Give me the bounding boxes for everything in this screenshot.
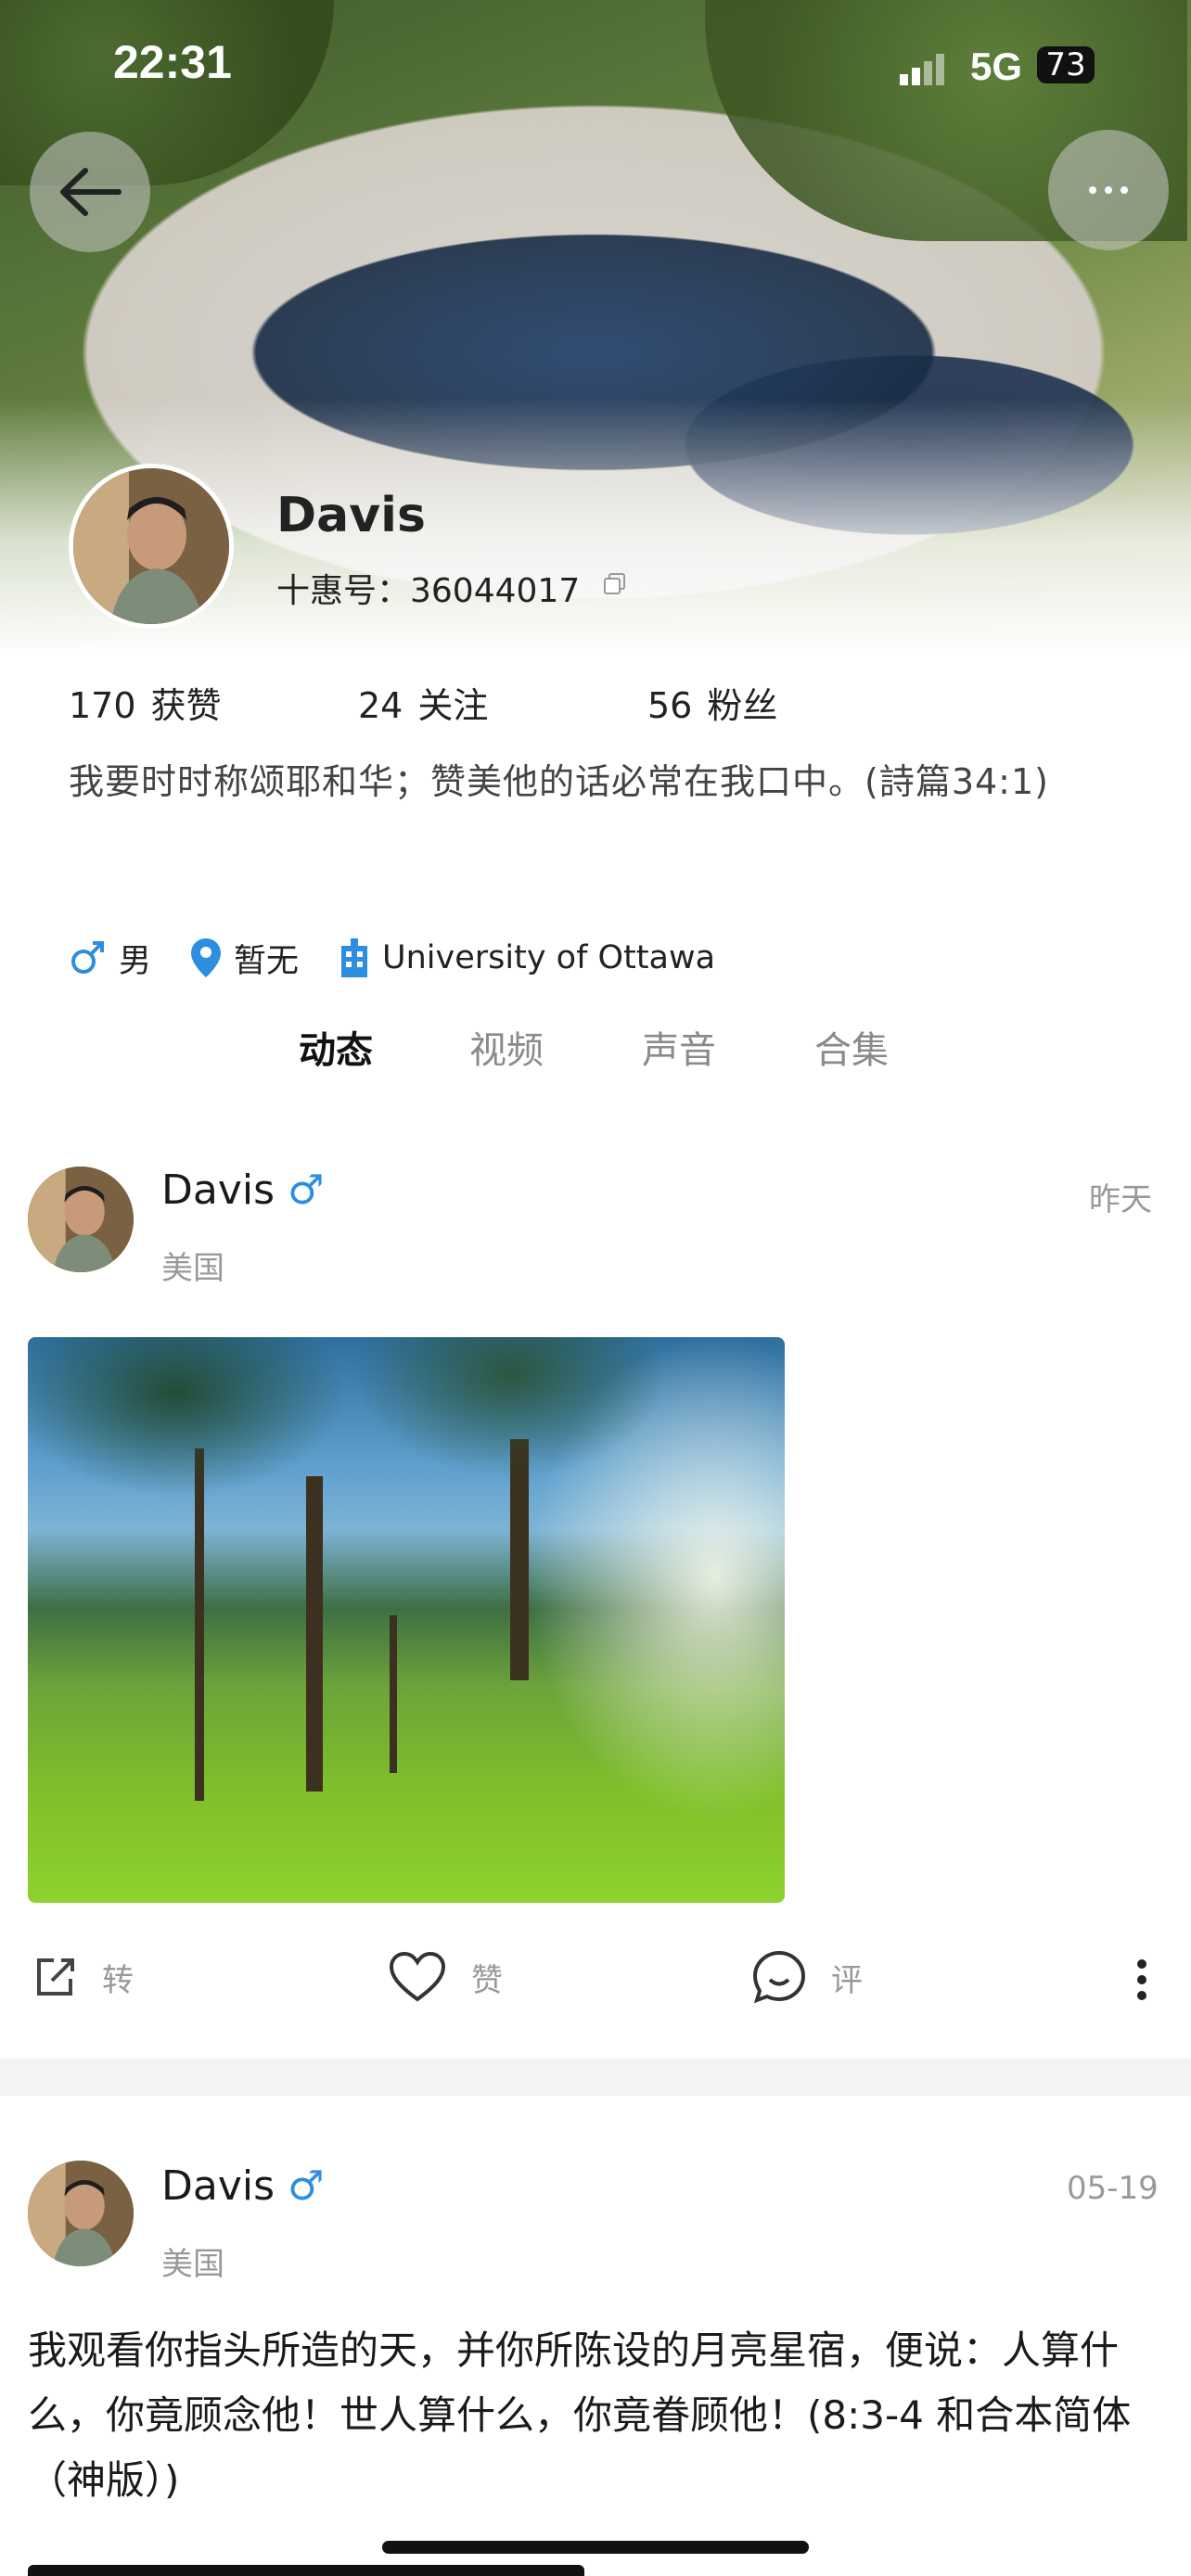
followers-label: 粉丝 <box>707 685 778 726</box>
status-time: 22:31 <box>113 36 232 88</box>
signal-icon <box>900 54 944 85</box>
avatar-image <box>28 2161 134 2266</box>
school-building-icon <box>341 938 367 977</box>
like-button[interactable]: 赞 <box>388 1947 503 2007</box>
profile-avatar[interactable] <box>69 464 234 629</box>
post-author-name[interactable]: Davis ♂ <box>161 2162 324 2210</box>
tree-trunk <box>390 1615 397 1773</box>
more-dots-icon <box>1089 186 1128 194</box>
following-count: 24 <box>358 685 403 726</box>
likes-count: 170 <box>69 685 136 726</box>
stat-likes[interactable]: 170 获赞 <box>69 677 222 728</box>
share-icon <box>37 1958 74 1996</box>
comment-button[interactable]: 评 <box>751 1947 863 2007</box>
comment-label: 评 <box>831 1961 863 1999</box>
post-author-avatar[interactable] <box>28 2161 134 2266</box>
arrow-left-icon <box>60 168 122 216</box>
post-text: 我观看你指头所造的天，并你所陈设的月亮星宿，便说：人算什么，你竟顾念他！世人算什… <box>28 2327 1132 2503</box>
post-author-avatar[interactable] <box>28 1167 134 1272</box>
gender-label: 男 <box>119 942 152 980</box>
post-region: 美国 <box>161 1250 224 1287</box>
heart-icon <box>389 1951 446 2002</box>
school-label: University of Ottawa <box>382 939 716 976</box>
post-date: 昨天 <box>1089 1181 1152 1218</box>
post-menu-icon[interactable] <box>1135 1958 1148 2001</box>
tag-school: University of Ottawa <box>339 932 715 984</box>
post-photo[interactable] <box>28 1337 785 1903</box>
following-label: 关注 <box>417 685 489 726</box>
share-label: 转 <box>102 1961 134 1999</box>
copy-icon[interactable] <box>603 572 627 596</box>
location-label: 暂无 <box>234 942 300 980</box>
tag-location: 暂无 <box>191 932 299 984</box>
share-button[interactable]: 转 <box>33 1947 134 2007</box>
feed-divider <box>0 2059 1191 2096</box>
battery-level: 73 <box>1045 46 1086 83</box>
author-name: Davis <box>161 1167 275 1214</box>
stat-following[interactable]: 24 关注 <box>358 677 488 728</box>
bottom-banner-edge <box>28 2565 584 2576</box>
profile-name: Davis <box>276 488 426 543</box>
tab-video[interactable]: 视频 <box>469 1020 544 1074</box>
tab-audio[interactable]: 声音 <box>642 1020 716 1074</box>
more-button[interactable] <box>1048 130 1169 250</box>
avatar-image <box>73 468 229 624</box>
home-indicator[interactable] <box>382 2541 809 2554</box>
tab-posts[interactable]: 动态 <box>299 1020 373 1074</box>
tree-canopy <box>28 1337 785 1578</box>
male-icon <box>71 941 104 974</box>
battery-icon: 73 <box>1037 46 1095 83</box>
tag-gender: 男 <box>69 932 151 984</box>
back-button[interactable] <box>30 132 150 252</box>
avatar-image <box>28 1167 134 1272</box>
followers-count: 56 <box>647 685 693 726</box>
male-icon: ♂ <box>288 2162 325 2210</box>
profile-bio: 我要时时称颂耶和华；赞美他的话必常在我口中。(詩篇34:1) <box>69 761 1049 802</box>
tab-collection[interactable]: 合集 <box>814 1020 889 1074</box>
post-date: 05-19 <box>1067 2170 1159 2207</box>
male-icon: ♂ <box>288 1167 325 1214</box>
location-pin-icon <box>191 938 221 977</box>
profile-id: 十惠号：36044017 <box>276 572 581 610</box>
like-label: 赞 <box>471 1961 503 1999</box>
likes-label: 获赞 <box>150 685 222 726</box>
network-label: 5G <box>970 45 1023 88</box>
author-name: Davis <box>161 2162 275 2210</box>
post-region: 美国 <box>161 2246 224 2283</box>
stat-followers[interactable]: 56 粉丝 <box>647 677 777 728</box>
post-author-name[interactable]: Davis ♂ <box>161 1167 324 1214</box>
comment-icon <box>752 1950 806 2004</box>
